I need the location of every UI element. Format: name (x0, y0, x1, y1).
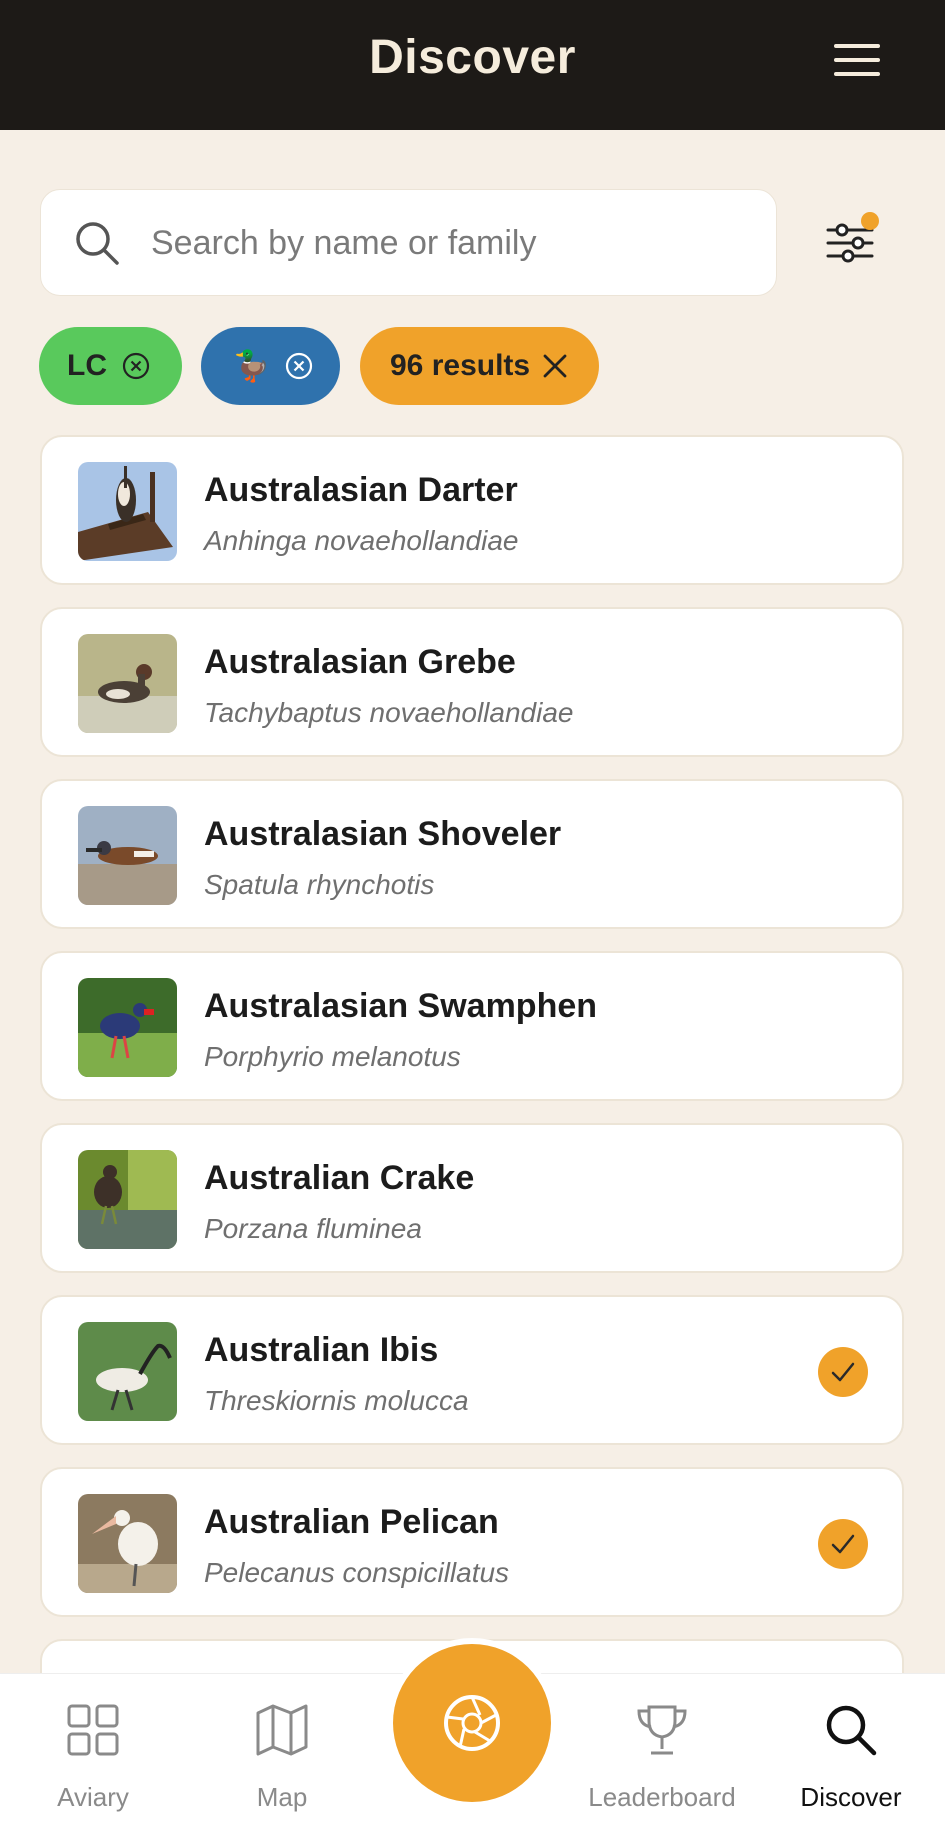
bird-common-name: Australasian Darter (204, 471, 518, 509)
bird-photo (78, 978, 177, 1077)
bird-list-item[interactable]: Australasian Swamphen Porphyrio melanotu… (40, 951, 904, 1101)
bird-photo (78, 1322, 177, 1421)
grid-icon (67, 1704, 119, 1756)
nav-aviary[interactable]: Aviary (3, 1674, 183, 1833)
chip-bird-type-duck[interactable]: 🦆 (201, 327, 340, 405)
bird-photo (78, 462, 177, 561)
bird-list-item[interactable]: Australasian Darter Anhinga novaeholland… (40, 435, 904, 585)
bird-scientific-name: Porphyrio melanotus (204, 1041, 461, 1072)
seen-check-badge (818, 1519, 868, 1569)
search-icon (826, 1705, 877, 1756)
bird-photo (78, 634, 177, 733)
circle-close-icon[interactable] (284, 351, 314, 381)
app-header: Discover (0, 0, 945, 130)
bird-common-name: Australian Ibis (204, 1331, 439, 1369)
map-icon (256, 1704, 308, 1756)
nav-label: Leaderboard (588, 1782, 736, 1812)
bird-scientific-name: Threskiornis molucca (204, 1385, 469, 1416)
bird-scientific-name: Tachybaptus novaehollandiae (204, 697, 574, 728)
bird-list-item[interactable]: Australasian Grebe Tachybaptus novaeholl… (40, 607, 904, 757)
nav-map[interactable]: Map (192, 1674, 372, 1833)
filter-active-indicator (861, 212, 879, 230)
bird-scientific-name: Pelecanus conspicillatus (204, 1557, 510, 1588)
bird-scientific-name: Porzana fluminea (204, 1213, 422, 1244)
search-input[interactable] (149, 190, 753, 297)
trophy-icon (637, 1705, 687, 1755)
search-bar (40, 189, 777, 297)
checkmark-icon (831, 1534, 855, 1554)
bird-scientific-name: Spatula rhynchotis (204, 869, 435, 900)
chip-conservation-lc[interactable]: LC (39, 327, 182, 405)
bird-scientific-name: Anhinga novaehollandiae (204, 525, 519, 556)
nav-label: Aviary (57, 1782, 129, 1812)
nav-discover[interactable]: Discover (761, 1674, 941, 1833)
bird-common-name: Australasian Grebe (204, 643, 516, 681)
bird-list-item[interactable]: Australian Crake Porzana fluminea (40, 1123, 904, 1273)
hamburger-menu-icon[interactable] (834, 44, 880, 76)
checkmark-icon (831, 1362, 855, 1382)
bird-list-item[interactable]: Australian Ibis Threskiornis molucca (40, 1295, 904, 1445)
chip-results-count[interactable]: 96 results (360, 327, 599, 405)
filter-button[interactable] (820, 210, 882, 272)
camera-aperture-icon (444, 1695, 500, 1751)
nav-label: Discover (800, 1782, 902, 1812)
bird-common-name: Australian Crake (204, 1159, 475, 1197)
bird-common-name: Australasian Swamphen (204, 987, 598, 1025)
seen-check-badge (818, 1347, 868, 1397)
duck-icon: 🦆 (233, 349, 271, 383)
close-icon[interactable] (540, 351, 570, 381)
camera-capture-button[interactable] (393, 1644, 551, 1802)
bird-list-item[interactable]: Australian Pelican Pelecanus conspicilla… (40, 1467, 904, 1617)
bird-photo (78, 1494, 177, 1593)
nav-leaderboard[interactable]: Leaderboard (572, 1674, 752, 1833)
search-icon (76, 222, 119, 265)
chip-label: LC (67, 349, 107, 382)
bird-photo (78, 806, 177, 905)
bird-common-name: Australasian Shoveler (204, 815, 562, 853)
results-count-label: 96 results (390, 349, 531, 382)
bird-photo (78, 1150, 177, 1249)
bird-list-item[interactable]: Australasian Shoveler Spatula rhynchotis (40, 779, 904, 929)
circle-close-icon[interactable] (121, 351, 151, 381)
bird-common-name: Australian Pelican (204, 1503, 499, 1541)
nav-label: Map (256, 1782, 308, 1812)
page-title: Discover (369, 31, 576, 84)
